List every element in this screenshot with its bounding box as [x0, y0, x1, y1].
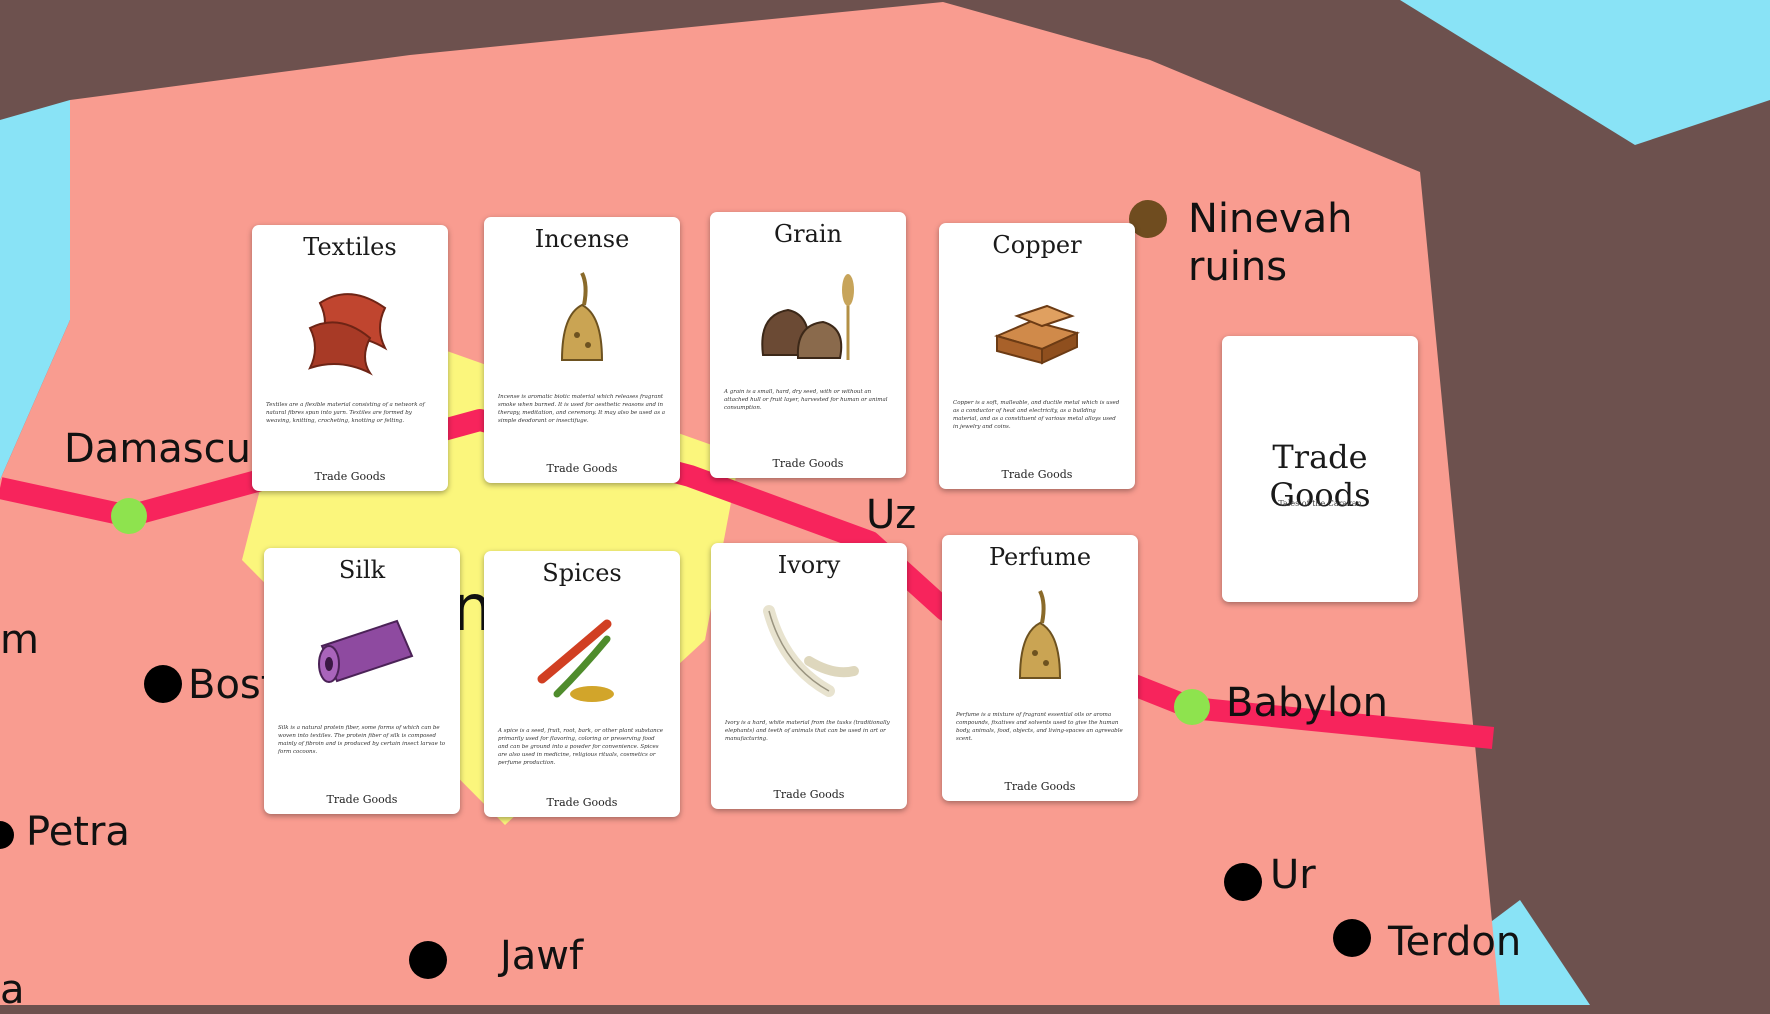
card-description: Copper is a soft, malleable, and ductile…	[953, 400, 1120, 430]
card-title: Spices	[542, 559, 622, 587]
city-label-jawf: Jawf	[500, 933, 584, 979]
deck-subtitle: Tales of the Caravan	[1278, 499, 1362, 508]
city-label-ur: Ur	[1270, 852, 1316, 898]
trade-goods-deck[interactable]: Trade Goods Tales of the Caravan	[1222, 336, 1418, 602]
city-label-babylon: Babylon	[1226, 680, 1388, 726]
ivory-icon	[763, 605, 859, 697]
card-description: A spice is a seed, fruit, root, bark, or…	[498, 728, 664, 766]
card-description: Textiles are a flexible material consist…	[266, 402, 425, 424]
card-description: Ivory is a hard, white material from the…	[725, 720, 890, 742]
trade-card-perfume[interactable]: Perfume Perfume is a mixture of fragrant…	[942, 535, 1138, 801]
city-marker-jawf[interactable]	[409, 941, 447, 979]
card-title: Grain	[773, 220, 843, 248]
card-footer: Trade Goods	[1001, 468, 1073, 481]
card-footer: Trade Goods	[772, 457, 844, 470]
card-footer: Trade Goods	[314, 470, 386, 483]
trade-card-grain[interactable]: Grain A grain is a small, hard, dry seed…	[710, 212, 906, 478]
city-marker-bostra[interactable]	[144, 665, 182, 703]
card-title: Copper	[992, 231, 1082, 259]
perfume-icon	[1018, 590, 1062, 679]
trade-card-copper[interactable]: Copper Copper is a soft, malleable, and …	[939, 223, 1135, 489]
card-title: Silk	[338, 556, 386, 584]
card-footer: Trade Goods	[326, 793, 398, 806]
city-marker-babylon[interactable]	[1174, 689, 1210, 725]
city-label-terdon: Terdon	[1388, 919, 1522, 965]
card-footer: Trade Goods	[546, 796, 618, 809]
trade-card-spices[interactable]: Spices A spice is a seed, fruit, root, b…	[484, 551, 680, 817]
card-title: Perfume	[988, 543, 1092, 571]
textiles-icon	[308, 293, 388, 376]
copper-icon	[994, 304, 1080, 365]
city-marker-damascus[interactable]	[111, 498, 147, 534]
grain-icon	[761, 274, 854, 360]
city-marker-ur[interactable]	[1224, 863, 1262, 901]
city-label-ninevah: Ninevah ruins	[1188, 196, 1353, 290]
trade-card-incense[interactable]: Incense Incense is aromatic biotic mater…	[484, 217, 680, 483]
card-title: Ivory	[777, 551, 841, 579]
city-marker-terdon[interactable]	[1333, 919, 1371, 957]
trade-card-silk[interactable]: Silk Silk is a natural protein fiber, so…	[264, 548, 460, 814]
city-label-damascus: Damascus	[64, 426, 272, 472]
silk-icon	[318, 619, 414, 683]
incense-icon	[560, 272, 604, 361]
city-label-edge-m: m	[0, 617, 39, 663]
city-label-uz: Uz	[866, 492, 917, 538]
card-footer: Trade Goods	[773, 788, 845, 801]
card-footer: Trade Goods	[1004, 780, 1076, 793]
city-label-petra: Petra	[26, 809, 130, 855]
card-description: A grain is a small, hard, dry seed, with…	[724, 389, 888, 411]
card-description: Incense is aromatic biotic material whic…	[498, 394, 666, 424]
trade-card-ivory[interactable]: Ivory Ivory is a hard, white material fr…	[711, 543, 907, 809]
card-description: Perfume is a mixture of fragrant essenti…	[956, 712, 1123, 742]
card-title: Textiles	[303, 233, 397, 261]
card-title: Incense	[534, 225, 630, 253]
city-label-edge-a: a	[0, 967, 25, 1013]
card-footer: Trade Goods	[546, 462, 618, 475]
trade-card-textiles[interactable]: Textiles Textiles are a flexible materia…	[252, 225, 448, 491]
water-northeast	[1400, 0, 1770, 145]
card-description: Silk is a natural protein fiber, some fo…	[278, 725, 446, 755]
spices-icon	[537, 619, 614, 702]
